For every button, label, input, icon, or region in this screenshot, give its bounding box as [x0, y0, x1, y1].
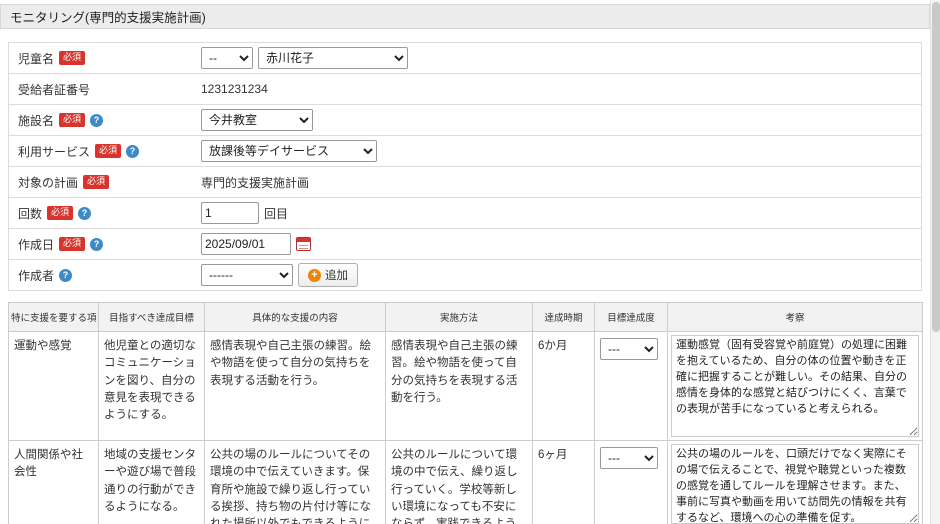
- child-name-prefix-select[interactable]: --: [201, 47, 253, 69]
- col-header-period: 達成時期: [533, 303, 595, 332]
- support-cell: 公共の場のルールについてその環境の中で伝えていきます。保育所や施設で繰り返し行っ…: [205, 441, 386, 524]
- creator-label: 作成者: [18, 267, 54, 284]
- beneficiary-number-value: 1231231234: [201, 82, 268, 96]
- required-badge: 必須: [47, 206, 73, 220]
- period-cell: 6ヶ月: [533, 441, 595, 524]
- beneficiary-number-label-cell: 受給者証番号: [9, 81, 201, 98]
- creator-label-cell: 作成者 ?: [9, 267, 201, 284]
- count-label: 回数: [18, 205, 42, 222]
- target-plan-label: 対象の計画: [18, 174, 78, 191]
- creation-date-input[interactable]: [201, 233, 291, 255]
- monitoring-form: 児童名 必須 -- 赤川花子 受給者証番号 1231231234: [8, 42, 922, 291]
- goal-cell: 他児童との適切なコミュニケーションを図り、自分の意見を表現できるようにする。: [99, 332, 205, 441]
- add-button-label: 追加: [325, 267, 348, 283]
- page: モニタリング(専門的支援実施計画) 児童名 必須 -- 赤川花子: [0, 0, 940, 524]
- method-cell: 感情表現や自己主張の練習。絵や物語を使って自分の気持ちを表現する活動を行う。: [386, 332, 533, 441]
- form-row-target-plan: 対象の計画 必須 専門的支援実施計画: [9, 167, 921, 198]
- consideration-cell: 公共の場のルールを、口頭だけでなく実際にその場で伝えることで、視覚や聴覚といった…: [668, 441, 923, 524]
- plus-icon: +: [308, 269, 321, 282]
- help-icon[interactable]: ?: [90, 114, 103, 127]
- facility-select[interactable]: 今井教室: [201, 109, 313, 131]
- service-select[interactable]: 放課後等デイサービス: [201, 140, 377, 162]
- target-plan-value: 専門的支援実施計画: [201, 174, 309, 191]
- form-row-count: 回数 必須 ? 回目: [9, 198, 921, 229]
- form-row-beneficiary-number: 受給者証番号 1231231234: [9, 74, 921, 105]
- calendar-icon[interactable]: [296, 237, 311, 251]
- beneficiary-number-label: 受給者証番号: [18, 81, 90, 98]
- count-value-cell: 回目: [201, 202, 288, 224]
- count-input[interactable]: [201, 202, 259, 224]
- child-name-value-cell: -- 赤川花子: [201, 47, 408, 69]
- achievement-select[interactable]: ---: [600, 338, 658, 360]
- creation-date-value-cell: [201, 233, 311, 255]
- service-value-cell: 放課後等デイサービス: [201, 140, 377, 162]
- child-name-label: 児童名: [18, 50, 54, 67]
- service-label: 利用サービス: [18, 143, 90, 160]
- required-badge: 必須: [59, 51, 85, 65]
- consideration-textarea[interactable]: 運動感覚（固有受容覚や前庭覚）の処理に困難を抱えているため、自分の体の位置や動き…: [671, 335, 919, 437]
- creation-date-label-cell: 作成日 必須 ?: [9, 236, 201, 253]
- page-title: モニタリング(専門的支援実施計画): [10, 7, 206, 26]
- form-row-service: 利用サービス 必須 ? 放課後等デイサービス: [9, 136, 921, 167]
- help-icon[interactable]: ?: [90, 238, 103, 251]
- facility-label: 施設名: [18, 112, 54, 129]
- count-label-cell: 回数 必須 ?: [9, 205, 201, 222]
- item-cell: 人間関係や社会性: [9, 441, 99, 524]
- beneficiary-number-value-cell: 1231231234: [201, 82, 268, 96]
- facility-label-cell: 施設名 必須 ?: [9, 112, 201, 129]
- creation-date-label: 作成日: [18, 236, 54, 253]
- table-row: 人間関係や社会性 地域の支援センターや遊び場で普段通りの行動ができるようになる。…: [9, 441, 923, 524]
- child-name-select[interactable]: 赤川花子: [258, 47, 408, 69]
- form-row-creator: 作成者 ? ------ + 追加: [9, 260, 921, 291]
- achievement-cell: ---: [595, 332, 668, 441]
- monitoring-table: 特に支援を要する項目 目指すべき達成目標 具体的な支援の内容 実施方法 達成時期…: [8, 302, 923, 524]
- target-plan-value-cell: 専門的支援実施計画: [201, 174, 309, 191]
- target-plan-label-cell: 対象の計画 必須: [9, 174, 201, 191]
- help-icon[interactable]: ?: [126, 145, 139, 158]
- item-cell: 運動や感覚: [9, 332, 99, 441]
- method-cell: 公共のルールについて環境の中で伝え、繰り返し行っていく。学校等新しい環境になって…: [386, 441, 533, 524]
- col-header-consideration: 考察: [668, 303, 923, 332]
- help-icon[interactable]: ?: [78, 207, 91, 220]
- form-row-creation-date: 作成日 必須 ?: [9, 229, 921, 260]
- add-creator-button[interactable]: + 追加: [298, 263, 358, 287]
- consideration-textarea[interactable]: 公共の場のルールを、口頭だけでなく実際にその場で伝えることで、視覚や聴覚といった…: [671, 444, 919, 524]
- child-name-label-cell: 児童名 必須: [9, 50, 201, 67]
- page-scrollbar-thumb[interactable]: [932, 2, 940, 332]
- content: モニタリング(専門的支援実施計画) 児童名 必須 -- 赤川花子: [0, 4, 930, 524]
- achievement-cell: ---: [595, 441, 668, 524]
- page-scrollbar[interactable]: [930, 0, 940, 524]
- achievement-select[interactable]: ---: [600, 447, 658, 469]
- period-cell: 6か月: [533, 332, 595, 441]
- count-suffix: 回目: [264, 205, 288, 222]
- page-title-bar: モニタリング(専門的支援実施計画): [0, 4, 930, 29]
- form-row-child-name: 児童名 必須 -- 赤川花子: [9, 43, 921, 74]
- col-header-support: 具体的な支援の内容: [205, 303, 386, 332]
- creator-select[interactable]: ------: [201, 264, 293, 286]
- required-badge: 必須: [83, 175, 109, 189]
- goal-cell: 地域の支援センターや遊び場で普段通りの行動ができるようになる。: [99, 441, 205, 524]
- creator-value-cell: ------ + 追加: [201, 263, 358, 287]
- service-label-cell: 利用サービス 必須 ?: [9, 143, 201, 160]
- consideration-cell: 運動感覚（固有受容覚や前庭覚）の処理に困難を抱えているため、自分の体の位置や動き…: [668, 332, 923, 441]
- table-header-row: 特に支援を要する項目 目指すべき達成目標 具体的な支援の内容 実施方法 達成時期…: [9, 303, 923, 332]
- col-header-achievement: 目標達成度: [595, 303, 668, 332]
- required-badge: 必須: [59, 113, 85, 127]
- support-cell: 感情表現や自己主張の練習。絵や物語を使って自分の気持ちを表現する活動を行う。: [205, 332, 386, 441]
- col-header-method: 実施方法: [386, 303, 533, 332]
- col-header-item: 特に支援を要する項目: [9, 303, 99, 332]
- table-row: 運動や感覚 他児童との適切なコミュニケーションを図り、自分の意見を表現できるよう…: [9, 332, 923, 441]
- required-badge: 必須: [95, 144, 121, 158]
- required-badge: 必須: [59, 237, 85, 251]
- form-row-facility: 施設名 必須 ? 今井教室: [9, 105, 921, 136]
- facility-value-cell: 今井教室: [201, 109, 313, 131]
- help-icon[interactable]: ?: [59, 269, 72, 282]
- col-header-goal: 目指すべき達成目標: [99, 303, 205, 332]
